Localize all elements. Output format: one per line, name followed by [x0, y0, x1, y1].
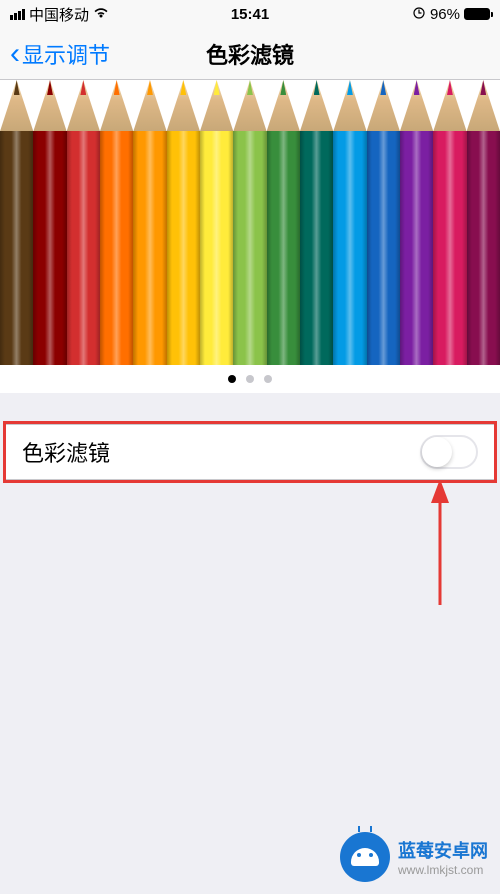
wifi-icon [93, 6, 109, 22]
page-indicator[interactable] [0, 365, 500, 393]
toggle-knob [422, 437, 452, 467]
pencil [100, 80, 133, 365]
pencil [433, 80, 466, 365]
chevron-left-icon: ‹ [10, 39, 20, 69]
pencil [467, 80, 500, 365]
rotation-lock-icon [412, 6, 426, 23]
arrow-annotation [420, 480, 460, 615]
signal-icon [10, 9, 25, 20]
page-dot[interactable] [264, 375, 272, 383]
carrier-label: 中国移动 [29, 4, 89, 25]
pencil [300, 80, 333, 365]
status-bar: 中国移动 15:41 96% [0, 0, 500, 28]
back-button[interactable]: ‹ 显示调节 [10, 38, 110, 70]
watermark-title: 蓝莓安卓网 [398, 837, 488, 863]
pencils-preview[interactable] [0, 80, 500, 365]
watermark: 蓝莓安卓网 www.lmkjst.com [340, 832, 488, 882]
spacer [0, 393, 500, 421]
pencil [333, 80, 366, 365]
battery-percent: 96% [430, 6, 460, 23]
battery-icon [464, 8, 490, 20]
pencil [200, 80, 233, 365]
pencil [67, 80, 100, 365]
pencil [33, 80, 66, 365]
pencil [167, 80, 200, 365]
watermark-logo-icon [340, 832, 390, 882]
pencil [267, 80, 300, 365]
color-filter-row: 色彩滤镜 [6, 424, 494, 480]
page-dot[interactable] [228, 375, 236, 383]
pencil [133, 80, 166, 365]
pencil [400, 80, 433, 365]
status-right: 96% [412, 6, 490, 23]
status-left: 中国移动 [10, 4, 109, 25]
page-dot[interactable] [246, 375, 254, 383]
watermark-url: www.lmkjst.com [398, 863, 488, 877]
color-filter-toggle[interactable] [420, 435, 478, 469]
pencil [0, 80, 33, 365]
pencil [367, 80, 400, 365]
setting-label: 色彩滤镜 [22, 436, 110, 468]
status-time: 15:41 [231, 6, 269, 23]
nav-bar: ‹ 显示调节 色彩滤镜 [0, 28, 500, 80]
page-title: 色彩滤镜 [206, 38, 294, 70]
highlight-annotation: 色彩滤镜 [3, 421, 497, 483]
pencil [233, 80, 266, 365]
back-label: 显示调节 [22, 38, 110, 70]
